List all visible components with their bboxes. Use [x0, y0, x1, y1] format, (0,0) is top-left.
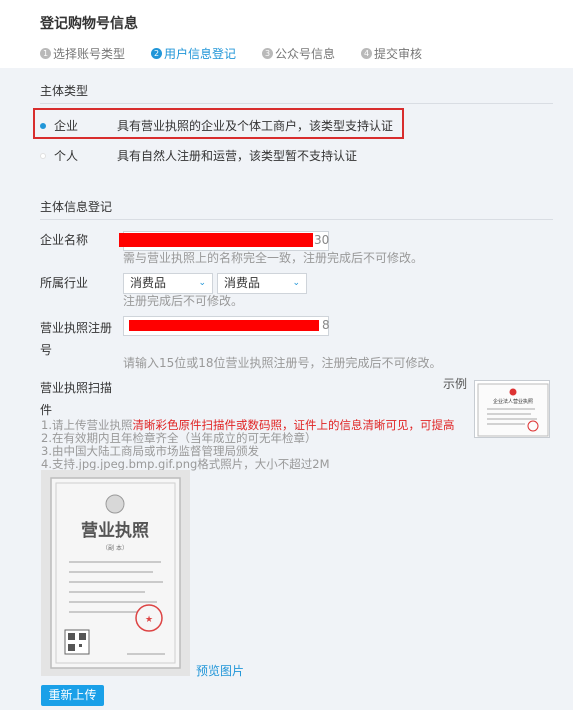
radio-description: 具有营业执照的企业及个体工商户，该类型支持认证 — [117, 119, 394, 133]
uploaded-license-image: 营业执照 （副 本） ★ — [41, 470, 190, 676]
entity-type-title: 主体类型 — [40, 84, 89, 98]
license-number-counter: 8 — [322, 318, 330, 332]
radio-option-enterprise[interactable]: 企业 具有营业执照的企业及个体工商户，该类型支持认证 — [40, 117, 393, 134]
license-scan-title: 营业执照 — [81, 520, 149, 541]
select-value: 消费品 — [224, 276, 261, 290]
license-scan-label-line1: 营业执照扫描 — [40, 381, 113, 395]
license-number-label-line2: 号 — [40, 343, 53, 357]
example-license-title: 企业法人营业执照 — [493, 398, 533, 405]
step-number-1: 1 — [40, 48, 51, 59]
company-name-hint: 需与营业执照上的名称完全一致，注册完成后不可修改。 — [123, 251, 424, 265]
company-name-counter: 30 — [314, 233, 330, 247]
chevron-down-icon: ⌄ — [292, 278, 300, 288]
chevron-down-icon: ⌄ — [198, 278, 206, 288]
company-name-label: 企业名称 — [40, 233, 89, 247]
step-label: 提交审核 — [374, 47, 423, 61]
industry-select-secondary[interactable]: 消费品 ⌄ — [217, 273, 307, 294]
select-value: 消费品 — [130, 276, 167, 290]
step-user-info: 2 用户信息登记 — [151, 45, 236, 62]
redacted-license-number — [129, 320, 319, 331]
radio-unselected-icon[interactable] — [40, 152, 46, 159]
step-submit-review: 4 提交审核 — [361, 45, 422, 62]
step-number-3: 3 — [262, 48, 274, 59]
radio-label: 个人 — [54, 149, 79, 163]
license-number-label-line1: 营业执照注册 — [40, 321, 113, 335]
step-number-2: 2 — [151, 48, 163, 59]
step-label: 用户信息登记 — [164, 47, 237, 61]
license-scan-subtitle: （副 本） — [102, 544, 128, 552]
license-scan-label: 营业执照扫描 件 — [40, 377, 112, 421]
step-select-account-type: 1 选择账号类型 — [40, 45, 125, 62]
step-account-info: 3 公众号信息 — [262, 45, 335, 62]
radio-description: 具有自然人注册和运营，该类型暂不支持认证 — [117, 149, 358, 163]
radio-label: 企业 — [54, 119, 79, 133]
example-license-graphic: 企业法人营业执照 — [477, 383, 549, 437]
svg-text:★: ★ — [145, 615, 153, 625]
license-number-label: 营业执照注册 号 — [40, 317, 112, 361]
industry-select-primary[interactable]: 消费品 ⌄ — [123, 273, 213, 294]
license-number-hint: 请输入15位或18位营业执照注册号，注册完成后不可修改。 — [123, 356, 442, 370]
step-number-4: 4 — [361, 48, 373, 59]
industry-label: 所属行业 — [40, 276, 89, 290]
industry-hint: 注册完成后不可修改。 — [123, 294, 244, 308]
page-title: 登记购物号信息 — [40, 16, 138, 32]
divider — [40, 219, 553, 220]
preview-image-link[interactable]: 预览图片 — [196, 662, 244, 679]
step-label: 公众号信息 — [275, 47, 336, 61]
step-indicator: 1 选择账号类型 2 用户信息登记 3 公众号信息 4 提交审核 — [40, 45, 448, 62]
page-header: 登记购物号信息 1 选择账号类型 2 用户信息登记 3 公众号信息 4 提交审核 — [0, 0, 573, 68]
example-license-thumbnail[interactable]: 企业法人营业执照 — [474, 380, 550, 438]
redacted-company-name — [119, 233, 313, 247]
radio-option-individual[interactable]: 个人 具有自然人注册和运营，该类型暂不支持认证 — [40, 147, 357, 164]
reupload-button[interactable]: 重新上传 — [41, 685, 104, 706]
example-label: 示例 — [443, 377, 468, 391]
license-scan-graphic: 营业执照 （副 本） ★ — [41, 470, 190, 676]
entity-info-title: 主体信息登记 — [40, 200, 113, 214]
step-label: 选择账号类型 — [53, 47, 126, 61]
radio-selected-icon[interactable] — [40, 122, 46, 129]
divider — [40, 103, 553, 104]
